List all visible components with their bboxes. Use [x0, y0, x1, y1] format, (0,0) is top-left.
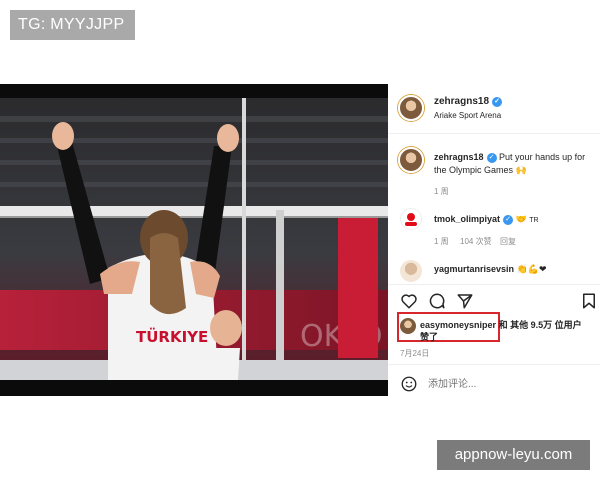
emoji-icon[interactable]	[400, 375, 418, 393]
post-sidebar: zehragns18 ✓ Ariake Sport Arena zehragns1…	[388, 84, 600, 396]
caption-username[interactable]: zehragns18	[434, 152, 484, 162]
author-username[interactable]: zehragns18	[434, 96, 489, 107]
bookmark-icon[interactable]	[580, 292, 598, 310]
comment-username[interactable]: tmok_olimpiyat	[434, 214, 500, 224]
reply-link[interactable]: 回复	[500, 236, 516, 247]
caption-time: 1 周	[434, 187, 449, 196]
comment-emojis: 👏💪❤	[516, 264, 547, 274]
comment-row: yagmurtanrisevsin 👏💪❤	[434, 264, 547, 275]
site-watermark: appnow-leyu.com	[437, 440, 590, 470]
instagram-post: OKYO TÜRKIYE	[0, 84, 600, 396]
commenter-avatar[interactable]	[400, 208, 422, 230]
post-header: zehragns18 ✓ Ariake Sport Arena	[388, 84, 600, 134]
comment-time: 1 周	[434, 237, 449, 246]
handshake-emoji: 🤝	[515, 214, 527, 224]
caption-avatar[interactable]	[398, 147, 424, 173]
liked-by-username[interactable]: easymoneysniper	[420, 320, 496, 330]
heart-icon[interactable]	[400, 292, 418, 310]
commenter-avatar[interactable]	[400, 260, 422, 282]
comment-row: tmok_olimpiyat ✓ 🤝 TR	[434, 214, 539, 225]
comment-icon[interactable]	[428, 292, 446, 310]
comment-likes[interactable]: 104 次赞	[460, 236, 492, 247]
verified-icon: ✓	[492, 97, 503, 107]
liker-avatar[interactable]	[400, 318, 416, 334]
liked-by-line: easymoneysniper 和 其他 9.5万 位用户	[420, 318, 582, 331]
comment-input[interactable]	[428, 374, 588, 394]
add-comment-bar	[388, 364, 600, 400]
liked-by-suffix[interactable]: 和 其他 9.5万 位用户	[499, 320, 582, 330]
location-link[interactable]: Ariake Sport Arena	[434, 111, 501, 120]
post-photo[interactable]: OKYO TÜRKIYE	[0, 84, 388, 396]
share-icon[interactable]	[456, 292, 474, 310]
comment-text: TR	[529, 217, 539, 224]
jersey-text: TÜRKIYE	[136, 327, 208, 346]
liked-by-line2: 赞了	[420, 332, 439, 342]
tg-watermark: TG: MYYJJPP	[10, 10, 135, 40]
raised-hands-emoji: 🙌	[515, 165, 527, 175]
verified-icon: ✓	[486, 153, 497, 163]
volleyball-player-image: OKYO TÜRKIYE	[0, 98, 388, 380]
caption: zehragns18 ✓ Put your hands up for the Ol…	[434, 151, 600, 177]
post-date: 7月24日	[400, 349, 430, 358]
author-avatar[interactable]	[398, 95, 424, 121]
verified-icon: ✓	[503, 215, 514, 225]
comment-username[interactable]: yagmurtanrisevsin	[434, 264, 514, 274]
